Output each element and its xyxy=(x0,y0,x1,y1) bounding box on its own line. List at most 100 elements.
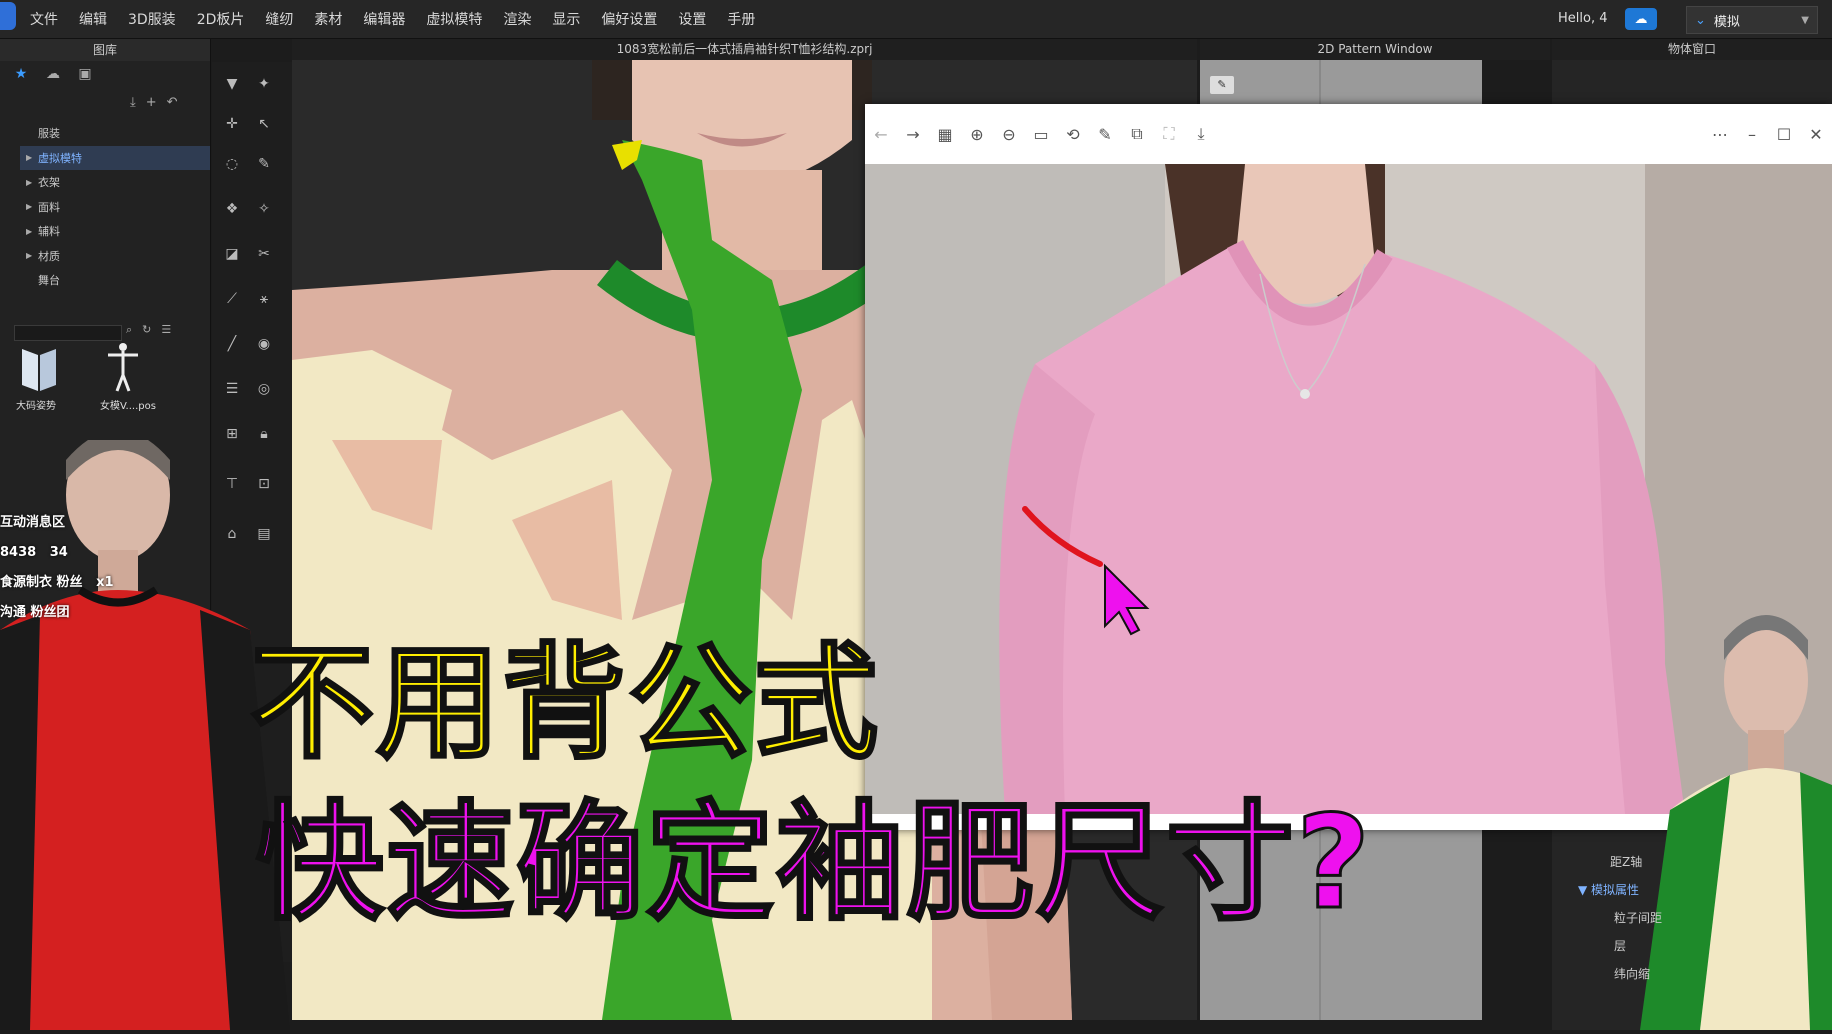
tack-tool-icon[interactable]: ✂ xyxy=(252,242,276,266)
tree-item-fabric[interactable]: ▶ 面料 xyxy=(20,195,210,220)
menu-editor[interactable]: 编辑器 xyxy=(363,9,405,29)
user-greeting: Hello, 4 xyxy=(1558,11,1608,26)
back-icon[interactable]: ↶ xyxy=(167,95,178,110)
property-layer: 层 xyxy=(1614,939,1627,953)
caret-right-icon: ▶ xyxy=(26,251,33,261)
list-view-icon[interactable]: ☰ xyxy=(161,323,171,337)
menu-display[interactable]: 显示 xyxy=(552,9,580,29)
stitch-tool-icon[interactable]: ⚹ xyxy=(252,287,276,311)
zip-tool-icon[interactable]: ☰ xyxy=(220,377,244,401)
lasso-tool-icon[interactable]: ◌ xyxy=(220,152,244,176)
caption-top: 不用背公式 xyxy=(248,632,881,776)
library-tabs: ★ ☁ ▣ xyxy=(12,65,94,83)
tree-item-stage[interactable]: 舞台 xyxy=(20,268,210,293)
tree-item-material[interactable]: ▶ 材质 xyxy=(20,244,210,269)
move-tool-icon[interactable]: ✛ xyxy=(220,112,244,136)
caret-right-icon: ▶ xyxy=(26,177,33,187)
menu-2d-pattern[interactable]: 2D板片 xyxy=(197,9,245,29)
favorites-tab-icon[interactable]: ★ xyxy=(12,65,30,83)
fold-tool-icon[interactable]: ◪ xyxy=(220,242,244,266)
store-tab-icon[interactable]: ▣ xyxy=(76,65,94,83)
measure-tool-icon[interactable]: ⟋ xyxy=(220,287,244,311)
viewer-toolbar: ← → ▦ ⊕ ⊖ ▭ ⟲ ✎ ⧉ ⛶ ⤓ ⋯ – ☐ ✕ xyxy=(865,104,1832,164)
pin-tool-icon[interactable]: ✧ xyxy=(252,197,276,221)
search-icon[interactable]: ⌕ xyxy=(126,323,132,337)
mode-select[interactable]: ⌄ 模拟 ▼ xyxy=(1686,6,1818,34)
zoom-out-icon[interactable]: ⊖ xyxy=(993,125,1025,144)
fan-group-label: 沟通 粉丝团 xyxy=(0,605,70,620)
tree-item-garment[interactable]: 服装 xyxy=(20,121,210,146)
menu-settings[interactable]: 设置 xyxy=(678,9,706,29)
add-icon[interactable]: + xyxy=(146,95,157,110)
cloud-button[interactable]: ☁ xyxy=(1625,8,1657,30)
circle-tool-icon[interactable]: ◎ xyxy=(252,377,276,401)
gift-badge: x1 xyxy=(96,575,114,590)
menu-render[interactable]: 渲染 xyxy=(503,9,531,29)
menu-3d-garment[interactable]: 3D服装 xyxy=(128,9,176,29)
back-arrow-icon[interactable]: ← xyxy=(865,125,897,144)
save-icon[interactable]: ⤓ xyxy=(1185,124,1217,144)
property-section-simulation[interactable]: ▼ 模拟属性 xyxy=(1578,876,1662,904)
refresh-icon[interactable]: ↻ xyxy=(142,323,151,337)
library-title: 图库 xyxy=(0,39,210,61)
mode-select-value: 模拟 xyxy=(1713,14,1740,30)
viewport-title: 1083宽松前后一体式插肩袖针织T恤衫结构.zprj xyxy=(292,39,1197,60)
right-avatar-overlay xyxy=(1640,600,1832,1030)
menu-manual[interactable]: 手册 xyxy=(727,9,755,29)
select-tool-icon[interactable]: ↖ xyxy=(252,112,276,136)
grid-view-icon[interactable]: ▦ xyxy=(929,125,961,144)
chevrons-down-icon: ⌄ xyxy=(1695,12,1706,28)
pose-tool-icon[interactable]: ✦ xyxy=(252,72,276,96)
menu-avatar[interactable]: 虚拟模特 xyxy=(426,9,482,29)
brush-tool-icon[interactable]: ✎ xyxy=(252,152,276,176)
app-logo-icon[interactable] xyxy=(0,2,16,30)
caption-bottom: 快速确定袖肥尺寸? xyxy=(254,789,1373,938)
property-dist-z: 距Z轴 xyxy=(1610,855,1643,869)
object-window-title: 物体窗口 xyxy=(1552,39,1832,60)
line-tool-icon[interactable]: ╱ xyxy=(220,332,244,356)
download-icon[interactable]: ⤓ xyxy=(130,95,136,110)
cloud-tab-icon[interactable]: ☁ xyxy=(44,65,62,83)
tree-item-avatar[interactable]: ▶ 虚拟模特 xyxy=(20,145,210,170)
maximize-icon[interactable]: ☐ xyxy=(1768,125,1800,144)
dropdown-arrow-icon: ▼ xyxy=(1801,14,1809,26)
point-tool-icon[interactable]: ◉ xyxy=(252,332,276,356)
menu-edit[interactable]: 编辑 xyxy=(79,9,107,29)
caret-down-icon: ▼ xyxy=(1578,883,1592,897)
pattern-window-title: 2D Pattern Window xyxy=(1200,39,1550,60)
rotate-icon[interactable]: ⟲ xyxy=(1057,125,1089,144)
arrow-down-icon[interactable]: ▼ xyxy=(220,72,244,96)
more-icon[interactable]: ⋯ xyxy=(1704,125,1736,144)
library-search-tools: ⌕ ↻ ☰ xyxy=(126,323,171,337)
menu-file[interactable]: 文件 xyxy=(30,9,58,29)
pattern-tool-icon[interactable]: ✎ xyxy=(1210,76,1234,94)
menu-sewing[interactable]: 缝纫 xyxy=(265,9,293,29)
library-tools: ⤓ + ↶ xyxy=(130,95,178,110)
avatar-raglan-green xyxy=(1640,615,1832,1030)
viewer-count: 8438 34 xyxy=(0,545,68,560)
interaction-area-label: 互动消息区 xyxy=(0,515,66,530)
copy-icon[interactable]: ⧉ xyxy=(1121,124,1153,144)
menu-preferences[interactable]: 偏好设置 xyxy=(601,9,657,29)
tree-item-hanger[interactable]: ▶ 衣架 xyxy=(20,170,210,195)
property-weft-shrink: 纬向缩 xyxy=(1614,967,1651,981)
cloud-icon: ☁ xyxy=(1634,11,1648,27)
caret-right-icon: ▶ xyxy=(26,202,33,212)
caret-right-icon: ▶ xyxy=(26,153,33,163)
crop-icon[interactable]: ⛶ xyxy=(1153,124,1185,144)
forward-arrow-icon[interactable]: → xyxy=(897,125,929,144)
zoom-in-icon[interactable]: ⊕ xyxy=(961,125,993,144)
fit-icon[interactable]: ▭ xyxy=(1025,125,1057,144)
property-list: 距Z轴 ▼ 模拟属性 粒子间距 层 纬向缩 xyxy=(1578,848,1662,988)
edit-icon[interactable]: ✎ xyxy=(1089,125,1121,144)
library-thumbnail-1[interactable]: 大码姿势 xyxy=(16,345,76,412)
minimize-icon[interactable]: – xyxy=(1736,125,1768,144)
property-particle-distance: 粒子间距 xyxy=(1614,911,1663,925)
library-search-input[interactable] xyxy=(14,325,122,341)
menu-materials[interactable]: 素材 xyxy=(314,9,342,29)
close-icon[interactable]: ✕ xyxy=(1800,125,1832,144)
pose-thumbnail-icon xyxy=(22,349,56,391)
library-thumbnail-2[interactable]: 女模V....pos xyxy=(100,341,180,412)
garment-tool-icon[interactable]: ❖ xyxy=(220,197,244,221)
tree-item-trims[interactable]: ▶ 辅料 xyxy=(20,219,210,244)
